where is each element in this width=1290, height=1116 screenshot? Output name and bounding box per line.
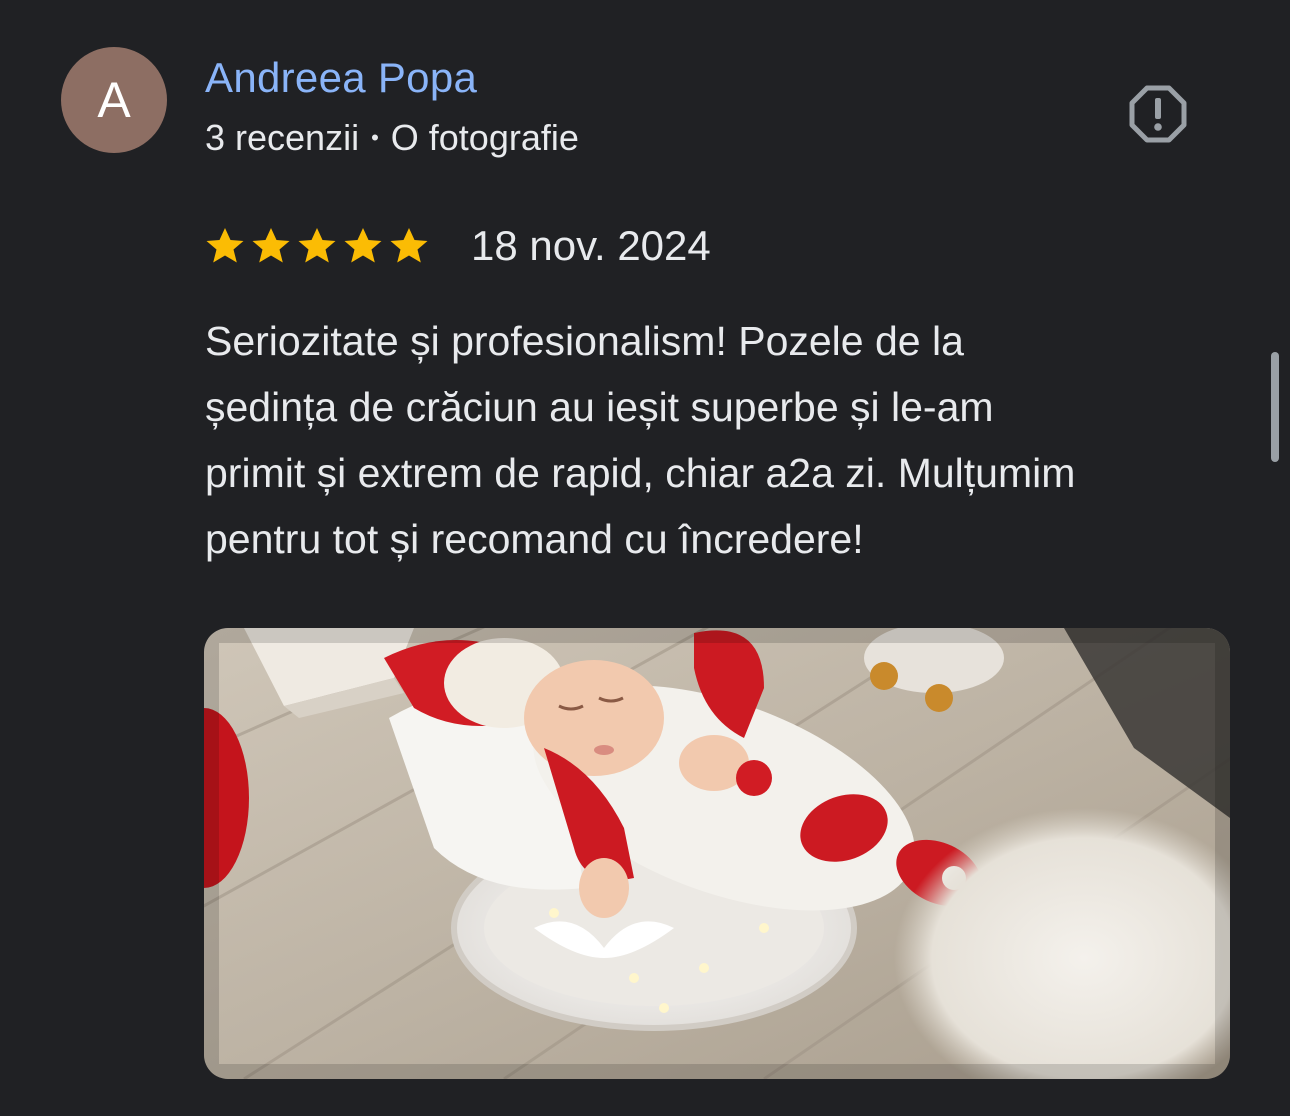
review-photo[interactable] bbox=[204, 628, 1230, 1079]
scrollbar-thumb[interactable] bbox=[1271, 352, 1279, 462]
star-rating bbox=[205, 226, 429, 266]
star-icon bbox=[297, 226, 337, 266]
review-text-line: ședința de crăciun au ieșit superbe și l… bbox=[205, 384, 994, 430]
author-meta: 3 recenzii • O fotografie bbox=[205, 117, 579, 159]
author-avatar[interactable]: A bbox=[61, 47, 167, 153]
review-card: A Andreea Popa 3 recenzii • O fotografie… bbox=[0, 0, 1290, 1116]
avatar-initial: A bbox=[97, 72, 131, 128]
review-date: 18 nov. 2024 bbox=[471, 222, 711, 269]
photos-count: O fotografie bbox=[390, 117, 579, 158]
meta-separator: • bbox=[371, 125, 379, 150]
star-icon bbox=[343, 226, 383, 266]
review-text-line: pentru tot și recomand cu încredere! bbox=[205, 516, 864, 562]
star-icon bbox=[389, 226, 429, 266]
star-icon bbox=[251, 226, 291, 266]
review-text-line: primit și extrem de rapid, chiar a2a zi.… bbox=[205, 450, 1076, 496]
author-name-link[interactable]: Andreea Popa bbox=[205, 54, 477, 102]
review-text: Seriozitate și profesionalism! Pozele de… bbox=[205, 308, 1245, 572]
rating-row: 18 nov. 2024 bbox=[205, 220, 711, 272]
reviews-count: 3 recenzii bbox=[205, 117, 360, 158]
star-icon bbox=[205, 226, 245, 266]
report-review-icon[interactable] bbox=[1128, 84, 1188, 144]
review-text-line: Seriozitate și profesionalism! Pozele de… bbox=[205, 318, 964, 364]
